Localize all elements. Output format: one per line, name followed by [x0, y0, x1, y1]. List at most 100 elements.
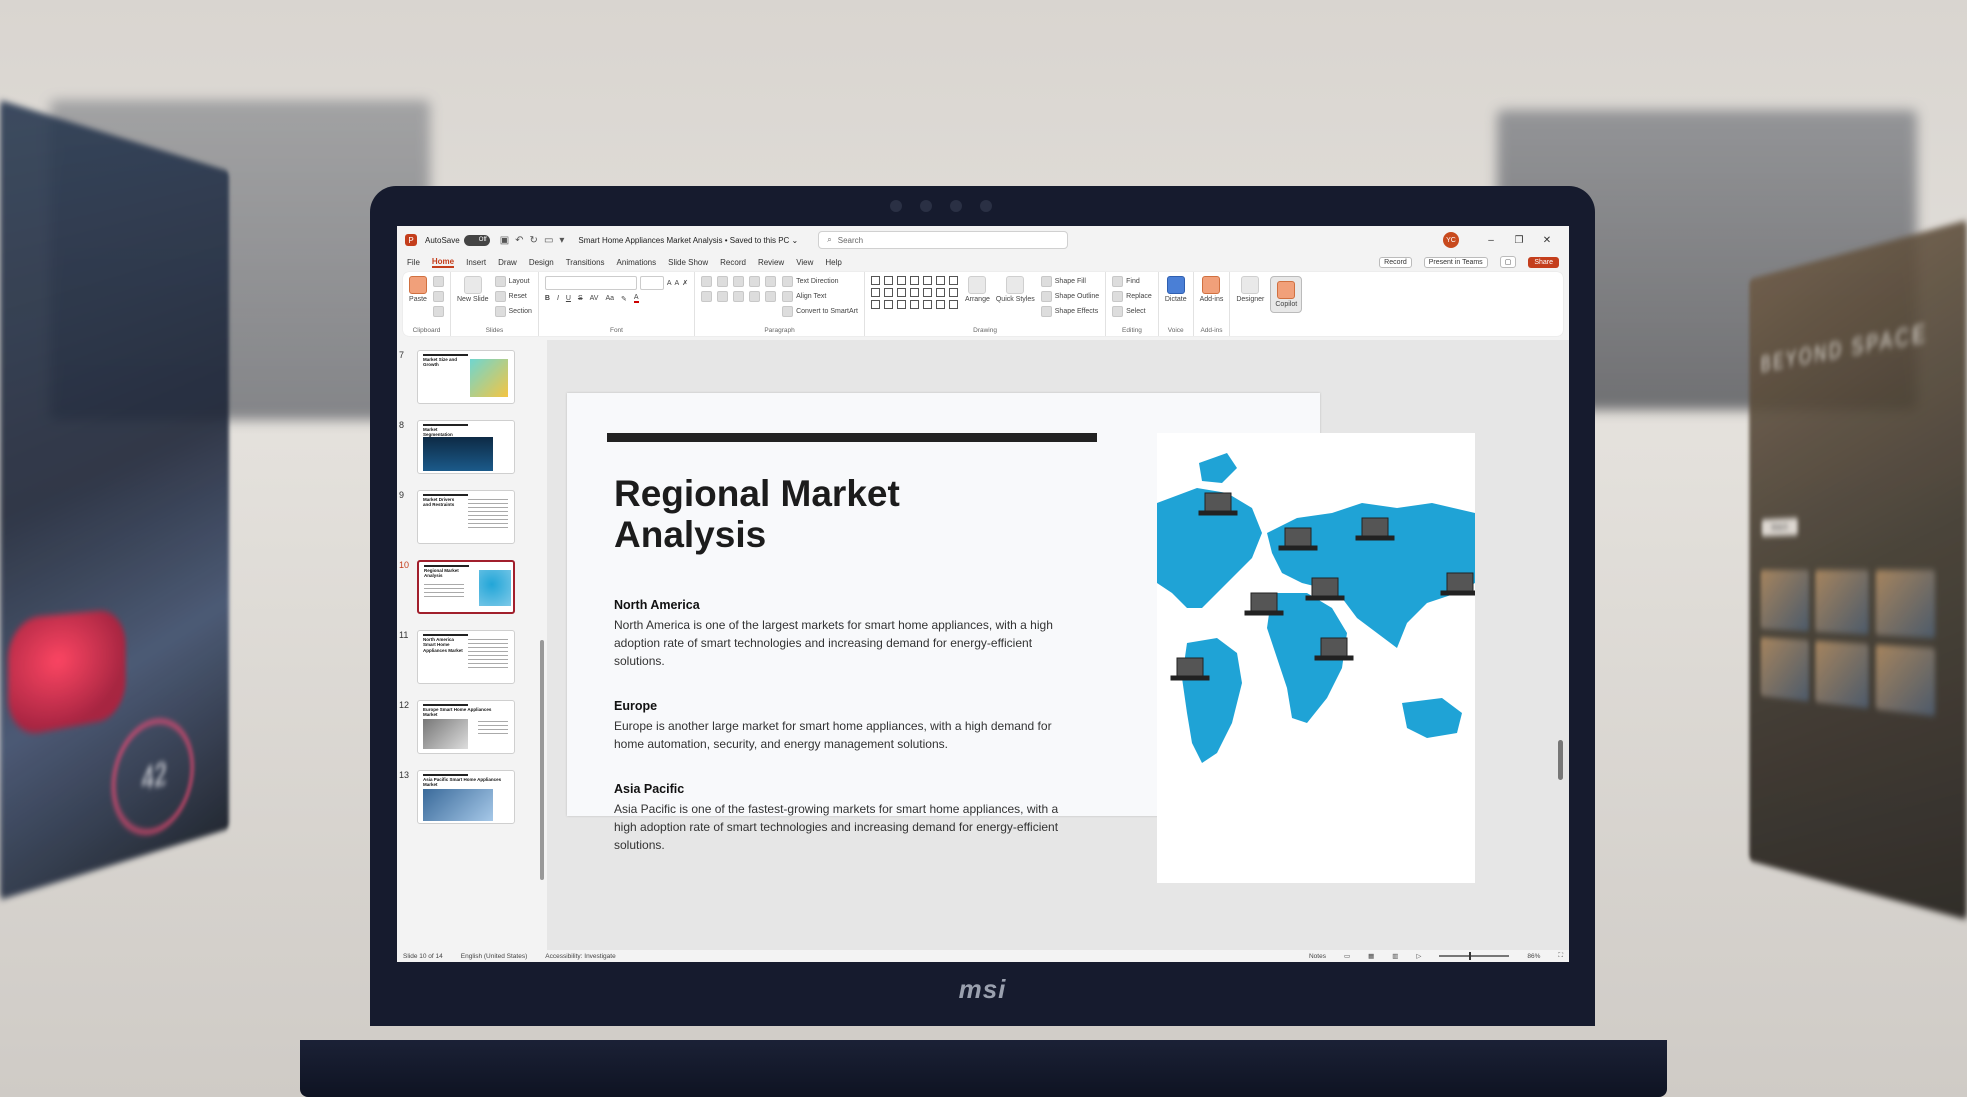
section-europe[interactable]: Europe Europe is another large market fo…: [614, 699, 1084, 754]
close-icon[interactable]: ✕: [1533, 235, 1561, 246]
shape-fill-button[interactable]: Shape Fill: [1040, 276, 1099, 287]
convert-smartart-button[interactable]: Convert to SmartArt: [782, 306, 858, 317]
minimize-icon[interactable]: –: [1477, 235, 1505, 246]
section-button[interactable]: Section: [494, 306, 532, 317]
increase-indent-icon[interactable]: [749, 276, 761, 287]
save-icon[interactable]: ▣: [500, 235, 509, 246]
slide-thumbnail-10[interactable]: Regional Market Analysis: [417, 560, 515, 614]
quick-styles-button[interactable]: Quick Styles: [996, 276, 1035, 303]
tab-slide-show[interactable]: Slide Show: [668, 258, 708, 267]
shrink-font-icon[interactable]: A: [675, 280, 680, 287]
justify-icon[interactable]: [749, 291, 761, 302]
layout-button[interactable]: Layout: [494, 276, 532, 287]
shapes-gallery[interactable]: [870, 276, 959, 309]
slide-thumbnail-8[interactable]: Market Segmentation: [417, 420, 515, 474]
comments-icon[interactable]: ▢: [1499, 256, 1517, 268]
slide-thumbnail-12[interactable]: Europe Smart Home Appliances Market: [417, 700, 515, 754]
slide-thumbnail-13[interactable]: Asia Pacific Smart Home Appliances Marke…: [417, 770, 515, 824]
new-slide-button[interactable]: New Slide: [457, 276, 489, 303]
search-box[interactable]: ⌕ Search: [818, 231, 1069, 249]
align-text-button[interactable]: Align Text: [782, 291, 858, 302]
paste-button[interactable]: Paste: [409, 276, 427, 303]
cut-icon[interactable]: [433, 276, 444, 287]
section-asia-pacific[interactable]: Asia Pacific Asia Pacific is one of the …: [614, 782, 1084, 854]
decrease-indent-icon[interactable]: [733, 276, 745, 287]
change-case-icon[interactable]: Aa: [605, 295, 614, 302]
align-right-icon[interactable]: [733, 291, 745, 302]
tab-view[interactable]: View: [796, 258, 813, 267]
document-title[interactable]: Smart Home Appliances Market Analysis • …: [578, 236, 798, 245]
shape-effects-button[interactable]: Shape Effects: [1040, 306, 1099, 317]
font-size-field[interactable]: [639, 276, 664, 290]
language-indicator[interactable]: English (United States): [461, 953, 527, 960]
reading-view-icon[interactable]: ▥: [1392, 952, 1398, 960]
maximize-icon[interactable]: ❐: [1505, 235, 1533, 246]
current-slide[interactable]: Regional Market Analysis North America N…: [567, 393, 1476, 883]
avatar[interactable]: YC: [1443, 232, 1459, 248]
slide-thumbnail-7[interactable]: Market Size and Growth: [417, 350, 515, 404]
font-color-icon[interactable]: A: [633, 294, 639, 303]
slide-scrollbar[interactable]: [1558, 740, 1563, 780]
tab-help[interactable]: Help: [825, 258, 841, 267]
copilot-button[interactable]: Copilot: [1270, 276, 1303, 313]
slide-title[interactable]: Regional Market Analysis: [614, 473, 1014, 556]
clear-format-icon[interactable]: ✗: [682, 279, 688, 287]
reset-button[interactable]: Reset: [494, 291, 532, 302]
thumbnail-scrollbar[interactable]: [537, 340, 547, 950]
strikethrough-icon[interactable]: S: [578, 295, 583, 302]
undo-icon[interactable]: ↶: [515, 235, 523, 246]
slide-thumbnail-11[interactable]: North America Smart Home Appliances Mark…: [417, 630, 515, 684]
record-button[interactable]: Record: [1379, 256, 1412, 268]
copy-icon[interactable]: [433, 291, 444, 302]
replace-button[interactable]: Replace: [1112, 291, 1152, 302]
zoom-level[interactable]: 86%: [1527, 953, 1540, 960]
accessibility-indicator[interactable]: Accessibility: Investigate: [545, 953, 615, 960]
autosave[interactable]: AutoSave Off: [425, 234, 490, 246]
tab-transitions[interactable]: Transitions: [566, 258, 605, 267]
tab-insert[interactable]: Insert: [466, 258, 486, 267]
slide-sorter-icon[interactable]: ▦: [1368, 952, 1374, 960]
font-family-field[interactable]: [544, 276, 637, 290]
line-spacing-icon[interactable]: [765, 276, 777, 287]
addins-button[interactable]: Add-ins: [1200, 276, 1223, 303]
dictate-button[interactable]: Dictate: [1165, 276, 1187, 303]
present-in-teams-button[interactable]: Present in Teams: [1423, 256, 1488, 268]
align-center-icon[interactable]: [717, 291, 729, 302]
tab-record[interactable]: Record: [720, 258, 746, 267]
find-button[interactable]: Find: [1112, 276, 1152, 287]
designer-button[interactable]: Designer: [1236, 276, 1264, 303]
format-painter-icon[interactable]: [433, 306, 444, 317]
tab-design[interactable]: Design: [529, 258, 554, 267]
world-map-image[interactable]: [1157, 433, 1476, 883]
bullets-icon[interactable]: [701, 276, 713, 287]
redo-icon[interactable]: ↻: [530, 235, 538, 246]
tab-home[interactable]: Home: [431, 257, 455, 268]
columns-icon[interactable]: [765, 291, 777, 302]
tab-animations[interactable]: Animations: [617, 258, 657, 267]
bold-icon[interactable]: B: [545, 295, 550, 302]
autosave-toggle[interactable]: Off: [463, 234, 490, 246]
slideshow-view-icon[interactable]: ▷: [1416, 952, 1421, 960]
char-spacing-icon[interactable]: AV: [590, 295, 599, 302]
share-button[interactable]: Share: [1528, 256, 1559, 268]
grow-font-icon[interactable]: A: [667, 280, 672, 287]
notes-button[interactable]: Notes: [1309, 953, 1326, 960]
tab-review[interactable]: Review: [758, 258, 784, 267]
tab-draw[interactable]: Draw: [498, 258, 517, 267]
zoom-slider[interactable]: [1439, 952, 1510, 960]
tab-file[interactable]: File: [407, 258, 420, 267]
arrange-button[interactable]: Arrange: [965, 276, 990, 303]
section-north-america[interactable]: North America North America is one of th…: [614, 598, 1084, 670]
italic-icon[interactable]: I: [557, 295, 559, 302]
fit-slide-icon[interactable]: ⛶: [1558, 952, 1563, 960]
slide-thumbnail-9[interactable]: Market Drivers and Restraints: [417, 490, 515, 544]
customize-qat-icon[interactable]: ▾: [559, 235, 564, 246]
underline-icon[interactable]: U: [566, 295, 571, 302]
normal-view-icon[interactable]: ▭: [1344, 952, 1350, 960]
present-icon[interactable]: ▭: [544, 235, 553, 246]
align-left-icon[interactable]: [701, 291, 713, 302]
numbering-icon[interactable]: [717, 276, 729, 287]
highlight-icon[interactable]: ✎: [621, 295, 627, 303]
text-direction-button[interactable]: Text Direction: [782, 276, 858, 287]
select-button[interactable]: Select: [1112, 306, 1152, 317]
